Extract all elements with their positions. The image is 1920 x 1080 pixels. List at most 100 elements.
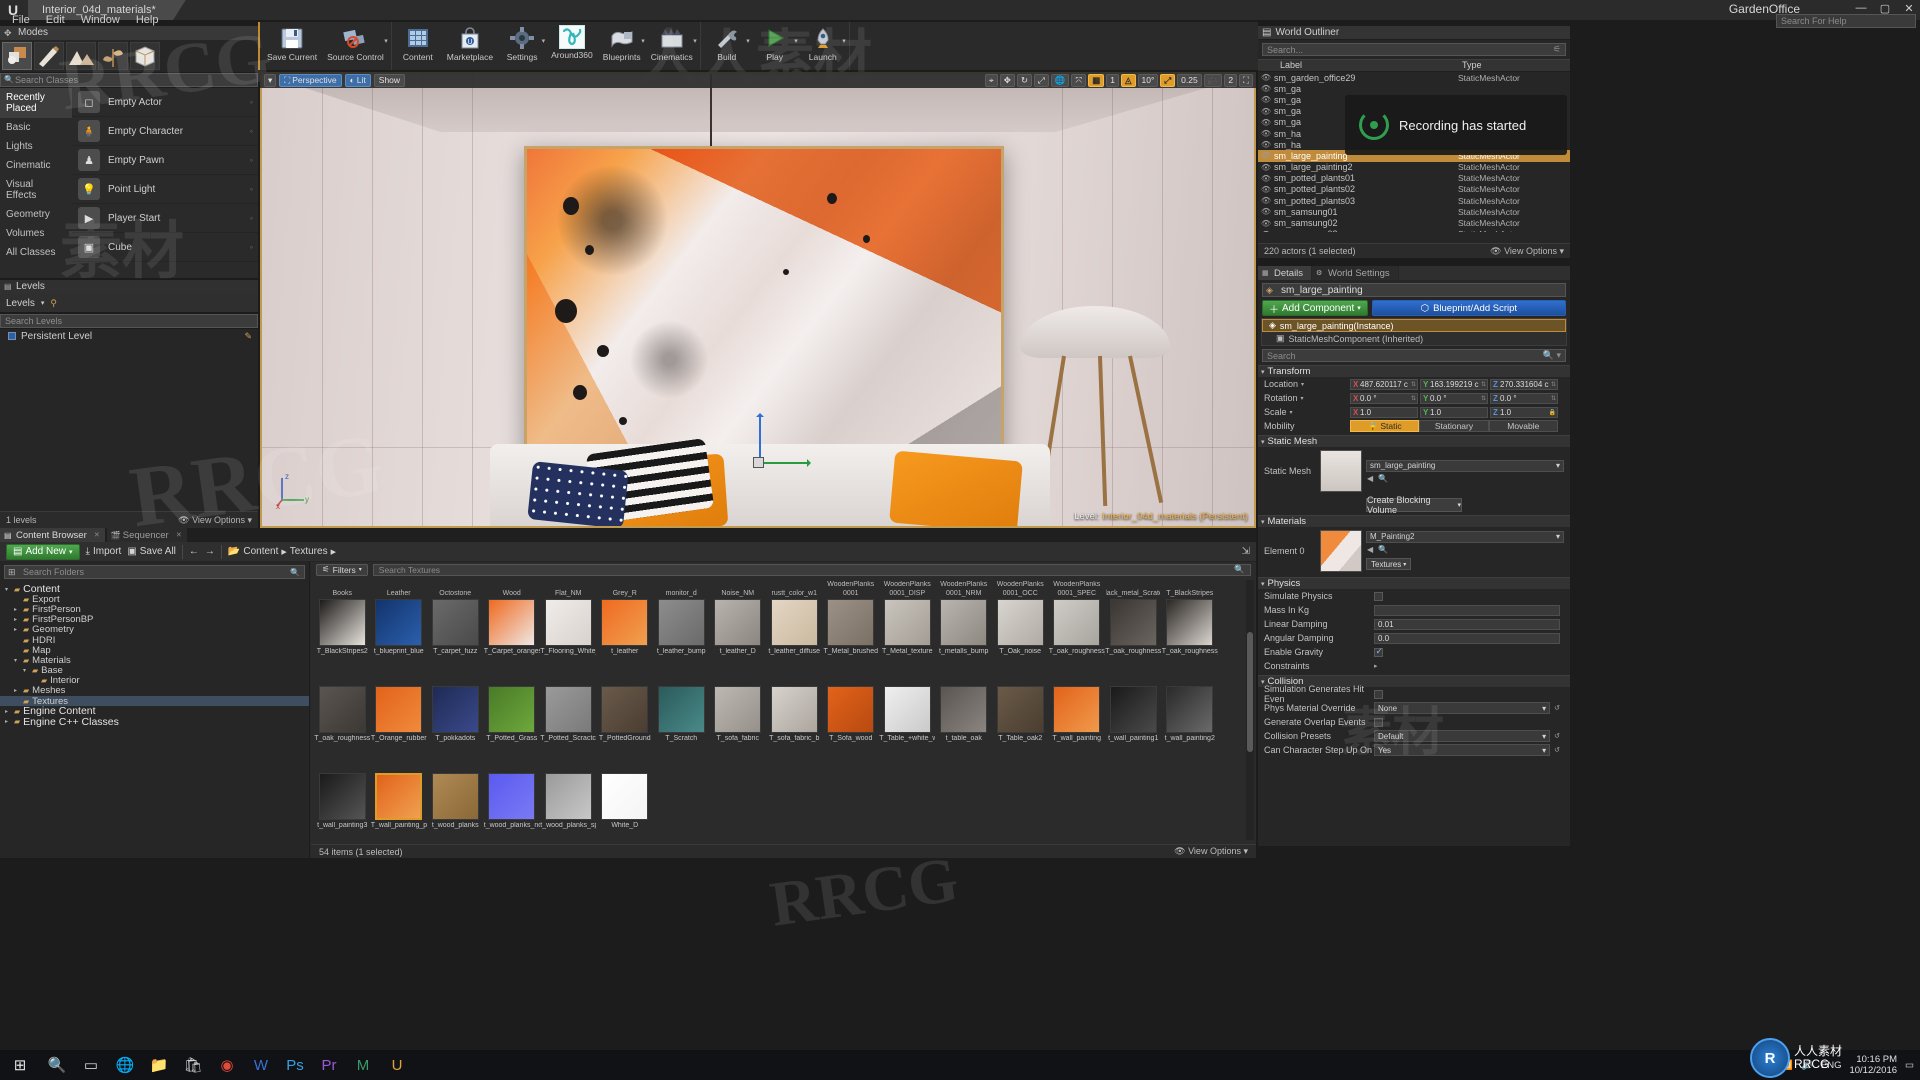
asset-tile[interactable]: Seamless WoodenPlanks 0001_OCCT_Oak_nois… [992,579,1049,666]
chevron-down-icon[interactable]: ▾ [1556,461,1560,470]
asset-tile[interactable]: WoodT_Carpet_orangeswirl [484,579,541,666]
asset-thumbnail[interactable] [432,773,479,820]
world-space-icon[interactable]: 🌐 [1051,74,1070,87]
outliner-row[interactable]: 👁sm_samsung03StaticMeshActor [1258,229,1570,232]
asset-tile[interactable]: White_D [597,753,654,840]
location-x-field[interactable]: X487.620117 c⇅ [1350,379,1418,390]
chevron-down-icon[interactable]: ▾ [41,299,45,307]
viewport-viewmode-dropdown[interactable]: ◐ Lit [345,74,371,87]
chevron-down-icon[interactable]: ▾ [1301,381,1304,388]
asset-grid-scrollbar[interactable] [1246,580,1254,840]
place-cat-cinematic[interactable]: Cinematic [0,156,72,175]
levels-filter-icon[interactable]: ⚲ [50,298,57,309]
menu-edit[interactable]: Edit [38,13,73,27]
asset-thumbnail[interactable] [545,773,592,820]
level-viewport[interactable]: z y x Level: Interior_04d_materials (Per… [260,72,1256,528]
blueprints-button[interactable]: Blueprints ▾ [598,22,646,62]
asset-thumbnail[interactable] [319,773,366,820]
modes-tab-header[interactable]: ✥ Modes [0,26,258,40]
asset-thumbnail[interactable] [432,686,479,733]
asset-tile[interactable]: Leathert_blueprint_blue [371,579,428,666]
asset-tile[interactable]: monitor_dt_leather_bump [653,579,710,666]
place-search-input[interactable]: 🔍 Search Classes [0,73,258,87]
details-search-icons[interactable]: 🔍 ▾ [1543,350,1561,361]
expander-icon[interactable]: ▸ [11,616,20,623]
chevron-down-icon[interactable]: ▾ [842,37,846,45]
landscape-mode-icon[interactable] [66,42,96,70]
place-cat-basic[interactable]: Basic [0,118,72,137]
chevron-down-icon[interactable]: ▾ [384,37,388,45]
place-cat-visual-effects[interactable]: Visual Effects [0,175,72,205]
asset-tile[interactable]: Flat_NMT_Flooring_White_Wood [540,579,597,666]
place-mode-icon[interactable] [2,42,32,70]
asset-thumbnail[interactable] [545,686,592,733]
asset-thumbnail[interactable] [1166,599,1213,646]
import-button[interactable]: ⤓ Import [86,546,122,557]
start-icon[interactable]: ⊞ [0,1050,40,1080]
asset-tile[interactable]: T_PottedGround [597,666,654,753]
store-icon[interactable]: 🛍 [176,1050,210,1080]
outliner-view-options[interactable]: 👁 View Options ▾ [1490,246,1564,257]
content-button[interactable]: Content [394,22,442,62]
visibility-eye-icon[interactable]: 👁 [1258,207,1274,216]
asset-tile[interactable]: OctostoneT_carpet_fuzz [427,579,484,666]
translate-mode-icon[interactable]: ✥ [1000,74,1015,87]
visibility-eye-icon[interactable]: 👁 [1258,185,1274,194]
gizmo-z-axis[interactable] [759,416,761,460]
property-combo[interactable]: Yes▾ [1374,744,1550,756]
details-search-input[interactable]: Search 🔍 ▾ [1262,349,1566,362]
scale-y-field[interactable]: Y1.0 [1420,407,1488,418]
property-reset-icon[interactable]: ↺ [1554,746,1560,754]
place-item-empty-actor[interactable]: ◻ Empty Actor ◦ [72,88,258,117]
maya-icon[interactable]: M [346,1050,380,1080]
place-cat-lights[interactable]: Lights [0,137,72,156]
visibility-eye-icon[interactable]: 👁 [1258,196,1274,205]
asset-tile[interactable]: T_Table_oak2 [992,666,1049,753]
visibility-eye-icon[interactable]: 👁 [1258,140,1274,149]
location-z-field[interactable]: Z270.331604 c⇅ [1490,379,1558,390]
property-checkbox[interactable] [1374,592,1383,601]
folder-row[interactable]: ▸▰Engine C++ Classes [0,716,309,726]
gizmo-x-axis[interactable] [759,462,807,464]
place-cat-geometry[interactable]: Geometry [0,205,72,224]
build-button[interactable]: Build ▾ [703,22,751,62]
asset-thumbnail[interactable] [319,599,366,646]
visibility-eye-icon[interactable]: 👁 [1258,84,1274,93]
search-icon[interactable]: 🔍 [1378,474,1388,483]
asset-thumbnail[interactable] [375,599,422,646]
breadcrumb-content[interactable]: Content [243,546,278,557]
asset-tile[interactable]: T_Black_metal_ScratchedT_oak_roughness_2 [1105,579,1162,666]
outliner-row[interactable]: 👁sm_potted_plants02StaticMeshActor [1258,184,1570,195]
rotation-y-field[interactable]: Y0.0 °⇅ [1420,393,1488,404]
asset-tile[interactable]: T_Potted_Scractch_Metal_N [540,666,597,753]
asset-thumbnail[interactable] [884,599,931,646]
asset-tile[interactable]: T_sofa_fabric [710,666,767,753]
clock[interactable]: 10:16 PM 10/12/2016 [1849,1054,1897,1076]
asset-tile[interactable]: t_table_oak [936,666,993,753]
viewport-options-icon[interactable]: ▾ [264,74,276,87]
folder-row[interactable]: ▰HDRI [0,635,309,645]
asset-thumbnail[interactable] [997,599,1044,646]
filters-button[interactable]: ⚟ Filters ▾ [316,564,368,576]
surface-snap-icon[interactable]: ⤧ [1071,74,1086,87]
asset-tile[interactable]: T_Sofa_wood [823,666,880,753]
edge-icon[interactable]: 🌐 [108,1050,142,1080]
mobility-stationary-button[interactable]: Stationary [1419,420,1488,432]
asset-tile[interactable]: Seamless WoodenPlanks 0001_NRMt_metalls_… [936,579,993,666]
visibility-eye-icon[interactable]: 👁 [1258,163,1274,172]
premiere-icon[interactable]: Pr [312,1050,346,1080]
scale-x-field[interactable]: X1.0 [1350,407,1418,418]
visibility-eye-icon[interactable]: 👁 [1258,118,1274,127]
outliner-row[interactable]: 👁sm_potted_plants03StaticMeshActor [1258,195,1570,206]
grid-snap-value[interactable]: 1 [1106,74,1119,87]
transform-gizmo[interactable] [757,416,817,476]
section-physics-header[interactable]: ▾ Physics [1258,577,1570,589]
folder-row[interactable]: ▸▰Geometry [0,625,309,635]
tab-content-browser[interactable]: ▤ Content Browser ✕ [0,528,105,542]
tab-world-settings[interactable]: ⚙ World Settings [1312,266,1399,280]
visibility-eye-icon[interactable]: 👁 [1258,129,1274,138]
place-item-empty-character[interactable]: 🧍 Empty Character ◦ [72,117,258,146]
camera-speed-value[interactable]: 2 [1224,74,1237,87]
asset-tile[interactable]: T_pokkadots [427,666,484,753]
chevron-down-icon[interactable]: ▾ [1290,409,1293,416]
